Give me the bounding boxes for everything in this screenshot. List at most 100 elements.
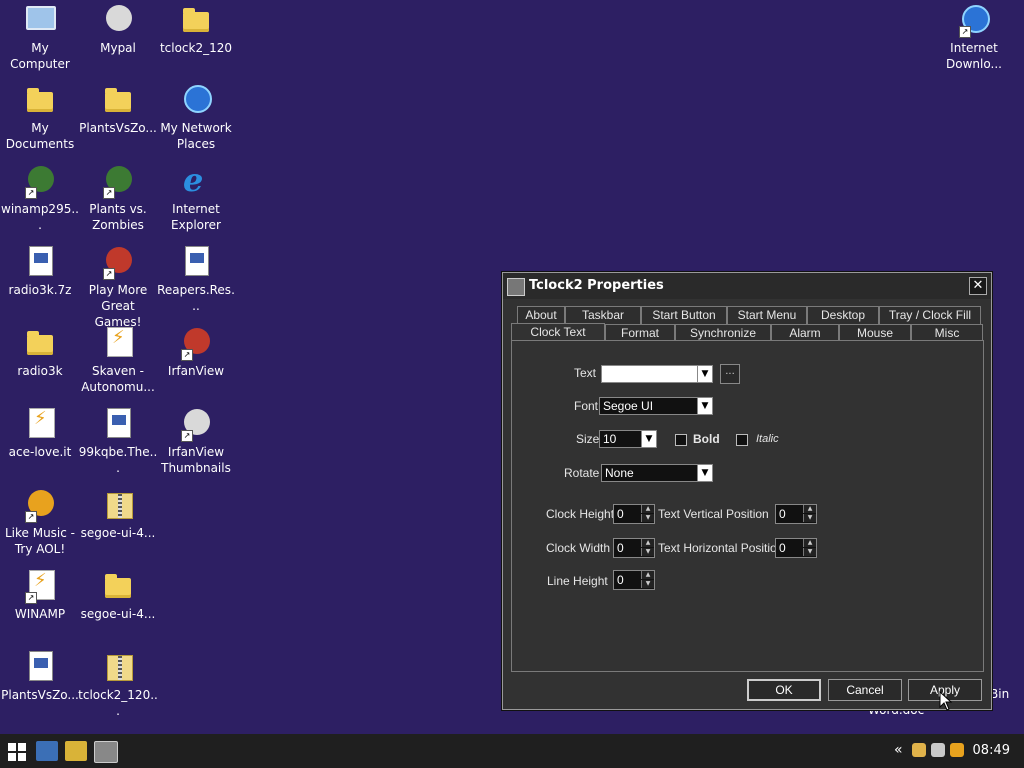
text-combo[interactable]: ▼ xyxy=(601,365,713,383)
dialog-title-bar[interactable]: Tclock2 Properties ✕ xyxy=(503,273,991,299)
desktop-icon-99kqbe[interactable]: 99kqbe.The... xyxy=(78,406,158,476)
desktop-icon-plantsvszo-folder[interactable]: PlantsVsZo... xyxy=(78,82,158,136)
close-button[interactable]: ✕ xyxy=(969,277,987,295)
dropdown-arrow-icon[interactable]: ▼ xyxy=(697,465,712,481)
browse-button[interactable]: ... xyxy=(720,364,740,384)
ok-button[interactable]: OK xyxy=(747,679,821,701)
font-combo[interactable]: Segoe UI ▼ xyxy=(599,397,713,415)
shortcut-arrow-icon: ↗ xyxy=(25,511,37,523)
tray-overflow-chevron-icon[interactable]: « xyxy=(894,742,903,758)
spin-down-icon[interactable]: ▼ xyxy=(803,548,816,556)
tab-tray-clock-fill[interactable]: Tray / Clock Fill xyxy=(879,306,981,324)
desktop-icon-winamp295[interactable]: ↗ winamp295... xyxy=(0,163,80,233)
windows-logo-pane xyxy=(8,743,16,751)
desktop-icon-like-music[interactable]: ↗ Like Music - Try AOL! xyxy=(0,487,80,557)
icon-label: Plants vs. Zombies xyxy=(89,202,147,232)
spin-up-icon[interactable]: ▲ xyxy=(803,505,816,513)
spin-down-icon[interactable]: ▼ xyxy=(641,580,654,588)
shortcut-arrow-icon: ↗ xyxy=(181,430,193,442)
desktop-icon-play-more-games[interactable]: ↗ Play More Great Games! xyxy=(78,244,158,330)
clock-height-spinner[interactable]: 0 ▲ ▼ xyxy=(613,504,655,524)
desktop-icon-irfanview[interactable]: ↗ IrfanView xyxy=(156,325,236,379)
italic-checkbox[interactable] xyxy=(736,434,748,446)
icon-label: segoe-ui-4... xyxy=(80,607,156,621)
desktop-icon-skaven[interactable]: Skaven - Autonomu... xyxy=(78,325,158,395)
icon-label: tclock2_120... xyxy=(78,688,158,718)
spin-up-icon[interactable]: ▲ xyxy=(803,539,816,547)
windows-logo-pane xyxy=(8,753,16,761)
italic-label: Italic xyxy=(756,433,779,445)
desktop-icon-reapers[interactable]: Reapers.Res... xyxy=(156,244,236,314)
icon-label: radio3k.7z xyxy=(8,283,72,297)
line-height-spinner[interactable]: 0 ▲ ▼ xyxy=(613,570,655,590)
desktop-icon-tclock2-zip[interactable]: tclock2_120... xyxy=(78,649,158,719)
spin-down-icon[interactable]: ▼ xyxy=(641,514,654,522)
tab-desktop[interactable]: Desktop xyxy=(807,306,879,324)
taskbar-tclock-icon[interactable] xyxy=(94,741,118,763)
tab-start-button[interactable]: Start Button xyxy=(641,306,727,324)
desktop-icon-tclock2[interactable]: tclock2_120 xyxy=(156,2,236,56)
spin-down-icon[interactable]: ▼ xyxy=(803,514,816,522)
tray-app-icon[interactable] xyxy=(931,743,945,757)
dropdown-arrow-icon[interactable]: ▼ xyxy=(641,431,656,447)
shortcut-arrow-icon: ↗ xyxy=(181,349,193,361)
dropdown-arrow-icon[interactable]: ▼ xyxy=(697,366,712,382)
icon-label: Reapers.Res... xyxy=(157,283,235,313)
desktop-icon-internet-explorer[interactable]: e Internet Explorer xyxy=(156,163,236,233)
shortcut-arrow-icon: ↗ xyxy=(25,592,37,604)
taskbar-xm-icon[interactable] xyxy=(36,741,58,761)
zip-folder-icon xyxy=(107,493,133,519)
start-button[interactable] xyxy=(8,743,26,761)
icon-label: Skaven - Autonomu... xyxy=(81,364,155,394)
text-vertical-position-spinner[interactable]: 0 ▲ ▼ xyxy=(775,504,817,524)
taskbar-clock[interactable]: 08:49 xyxy=(973,743,1010,758)
taskbar-explorer-icon[interactable] xyxy=(65,741,87,761)
tray-winamp-icon[interactable] xyxy=(950,743,964,757)
spin-up-icon[interactable]: ▲ xyxy=(641,539,654,547)
font-label: Font xyxy=(574,399,599,413)
tab-taskbar[interactable]: Taskbar xyxy=(565,306,641,324)
bold-checkbox[interactable] xyxy=(675,434,687,446)
spin-up-icon[interactable]: ▲ xyxy=(641,571,654,579)
desktop-icon-segoe-ui-zip[interactable]: segoe-ui-4... xyxy=(78,487,158,541)
rotate-label: Rotate xyxy=(564,466,600,480)
desktop-icon-my-documents[interactable]: My Documents xyxy=(0,82,80,152)
spin-down-icon[interactable]: ▼ xyxy=(641,548,654,556)
text-vertical-position-label: Text Vertical Position xyxy=(658,507,769,521)
raccoon-icon xyxy=(106,5,132,31)
tclock-app-icon xyxy=(507,278,525,296)
desktop-icon-irfanview-thumbnails[interactable]: ↗ IrfanView Thumbnails xyxy=(156,406,236,476)
desktop-icon-radio3k-7z[interactable]: radio3k.7z xyxy=(0,244,80,298)
icon-label: IrfanView Thumbnails xyxy=(161,445,231,475)
desktop-icon-ace-love[interactable]: ace-love.it xyxy=(0,406,80,460)
system-tray: « 08:49 xyxy=(894,734,1024,768)
desktop-icon-segoe-ui-folder[interactable]: segoe-ui-4... xyxy=(78,568,158,622)
desktop-icon-my-computer[interactable]: My Computer xyxy=(0,2,80,72)
cancel-button[interactable]: Cancel xyxy=(828,679,902,701)
size-combo[interactable]: 10 ▼ xyxy=(599,430,657,448)
tray-app-icon[interactable] xyxy=(912,743,926,757)
tab-about[interactable]: About xyxy=(517,306,565,324)
winamp-skin-file-icon xyxy=(107,327,133,357)
spin-up-icon[interactable]: ▲ xyxy=(641,505,654,513)
desktop-icon-winamp[interactable]: ↗ WINAMP xyxy=(0,568,80,622)
clock-width-spinner[interactable]: 0 ▲ ▼ xyxy=(613,538,655,558)
icon-label: tclock2_120 xyxy=(159,41,233,55)
dropdown-arrow-icon[interactable]: ▼ xyxy=(697,398,712,414)
tab-start-menu[interactable]: Start Menu xyxy=(727,306,807,324)
line-height-value: 0 xyxy=(617,573,624,587)
text-vertical-position-value: 0 xyxy=(779,507,786,521)
icon-label: My Network Places xyxy=(160,121,232,151)
archive-file-icon xyxy=(29,246,53,276)
text-horizontal-position-spinner[interactable]: 0 ▲ ▼ xyxy=(775,538,817,558)
desktop-icon-plants-vs-zombies[interactable]: ↗ Plants vs. Zombies xyxy=(78,163,158,233)
windows-logo-pane xyxy=(18,753,26,761)
desktop-icon-plantsvszo-file[interactable]: PlantsVsZo... xyxy=(0,649,80,703)
rotate-combo[interactable]: None ▼ xyxy=(601,464,713,482)
desktop-icon-radio3k[interactable]: radio3k xyxy=(0,325,80,379)
desktop-icon-mypal[interactable]: Mypal xyxy=(78,2,158,56)
desktop-icon-my-network-places[interactable]: My Network Places xyxy=(156,82,236,152)
partial-icon-label: Bin xyxy=(990,687,1010,701)
desktop-icon-internet-download-manager[interactable]: ↗ Internet Downlo... xyxy=(934,2,1014,72)
text-label: Text xyxy=(574,366,597,380)
